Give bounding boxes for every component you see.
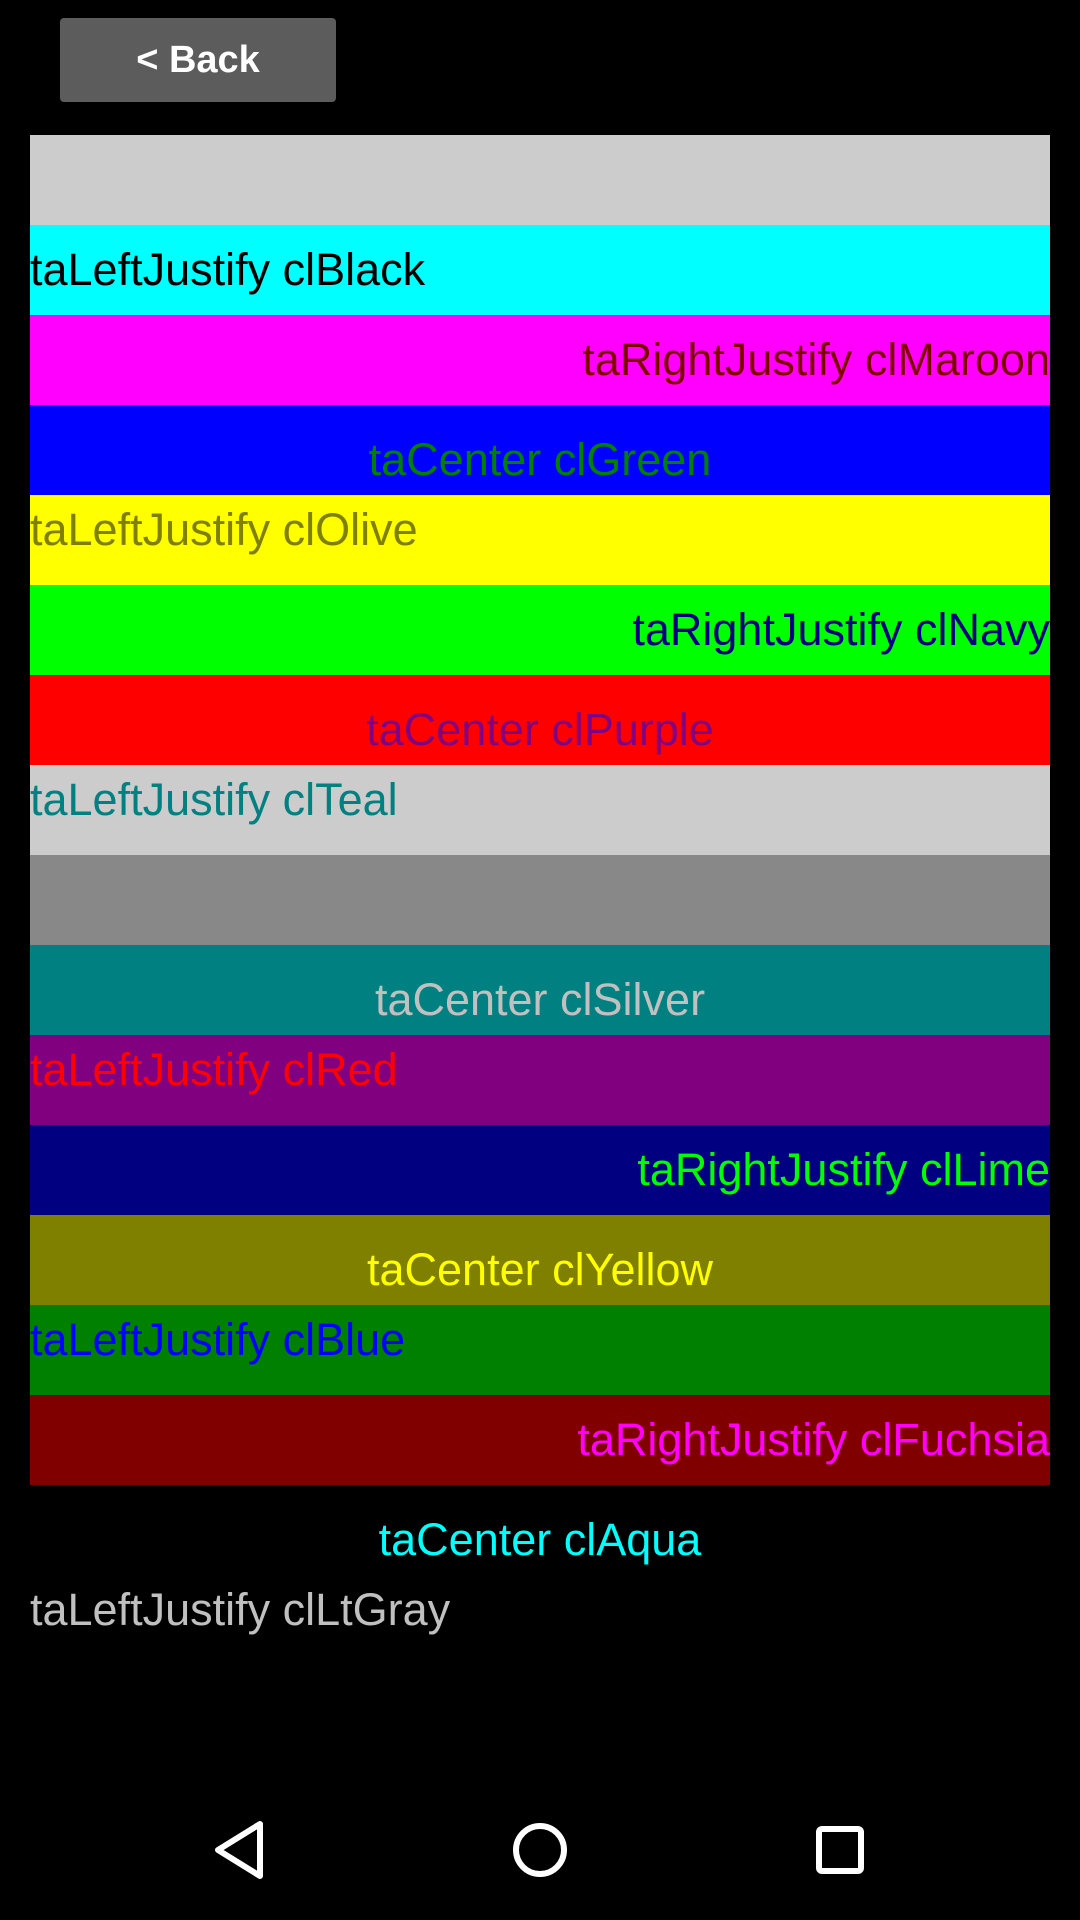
nav-home-button[interactable] [470, 1780, 610, 1920]
row-label: taCenter clAqua [378, 1514, 702, 1565]
row-label: taCenter clYellow [366, 1244, 714, 1295]
row-label: taLeftJustify clTeal [30, 774, 398, 825]
label-row-12: taCenter clYellow [30, 1215, 1050, 1305]
label-row-14: taRightJustify clFuchsia [30, 1395, 1050, 1485]
label-row-0 [30, 135, 1050, 225]
label-row-1: taLeftJustify clBlack [30, 225, 1050, 315]
label-row-11: taRightJustify clLime [30, 1125, 1050, 1215]
label-row-6: taCenter clPurple [30, 675, 1050, 765]
label-row-8 [30, 855, 1050, 945]
row-label: taRightJustify clMaroon [582, 334, 1050, 385]
back-triangle-icon [215, 1821, 263, 1879]
nav-back-button[interactable] [172, 1780, 312, 1920]
label-row-2: taRightJustify clMaroon [30, 315, 1050, 405]
back-button[interactable]: < Back [60, 18, 336, 102]
label-row-10: taLeftJustify clRed [30, 1035, 1050, 1125]
recents-square-icon [816, 1826, 864, 1874]
row-label: taRightJustify clFuchsia [577, 1414, 1050, 1465]
row-label: taCenter clSilver [374, 974, 706, 1025]
row-label: taLeftJustify clBlack [30, 244, 426, 295]
row-label: taCenter clGreen [368, 434, 712, 485]
label-row-9: taCenter clSilver [30, 945, 1050, 1035]
label-list: taLeftJustify clBlack taRightJustify clM… [30, 135, 1050, 1665]
home-circle-icon [513, 1823, 567, 1877]
label-row-5: taRightJustify clNavy [30, 585, 1050, 675]
label-row-15: taCenter clAqua [30, 1485, 1050, 1575]
row-label: taLeftJustify clBlue [30, 1314, 406, 1365]
label-row-13: taLeftJustify clBlue [30, 1305, 1050, 1395]
row-label: taRightJustify clLime [637, 1144, 1050, 1195]
row-label: taLeftJustify clRed [30, 1044, 398, 1095]
nav-recents-button[interactable] [770, 1780, 910, 1920]
label-row-7: taLeftJustify clTeal [30, 765, 1050, 855]
row-label: taRightJustify clNavy [632, 604, 1050, 655]
label-row-4: taLeftJustify clOlive [30, 495, 1050, 585]
row-label: taLeftJustify clLtGray [30, 1584, 451, 1635]
label-row-3: taCenter clGreen [30, 405, 1050, 495]
system-nav-bar [0, 1780, 1080, 1920]
row-label: taCenter clPurple [366, 704, 714, 755]
label-row-16: taLeftJustify clLtGray [30, 1575, 1050, 1665]
row-label: taLeftJustify clOlive [30, 504, 418, 555]
